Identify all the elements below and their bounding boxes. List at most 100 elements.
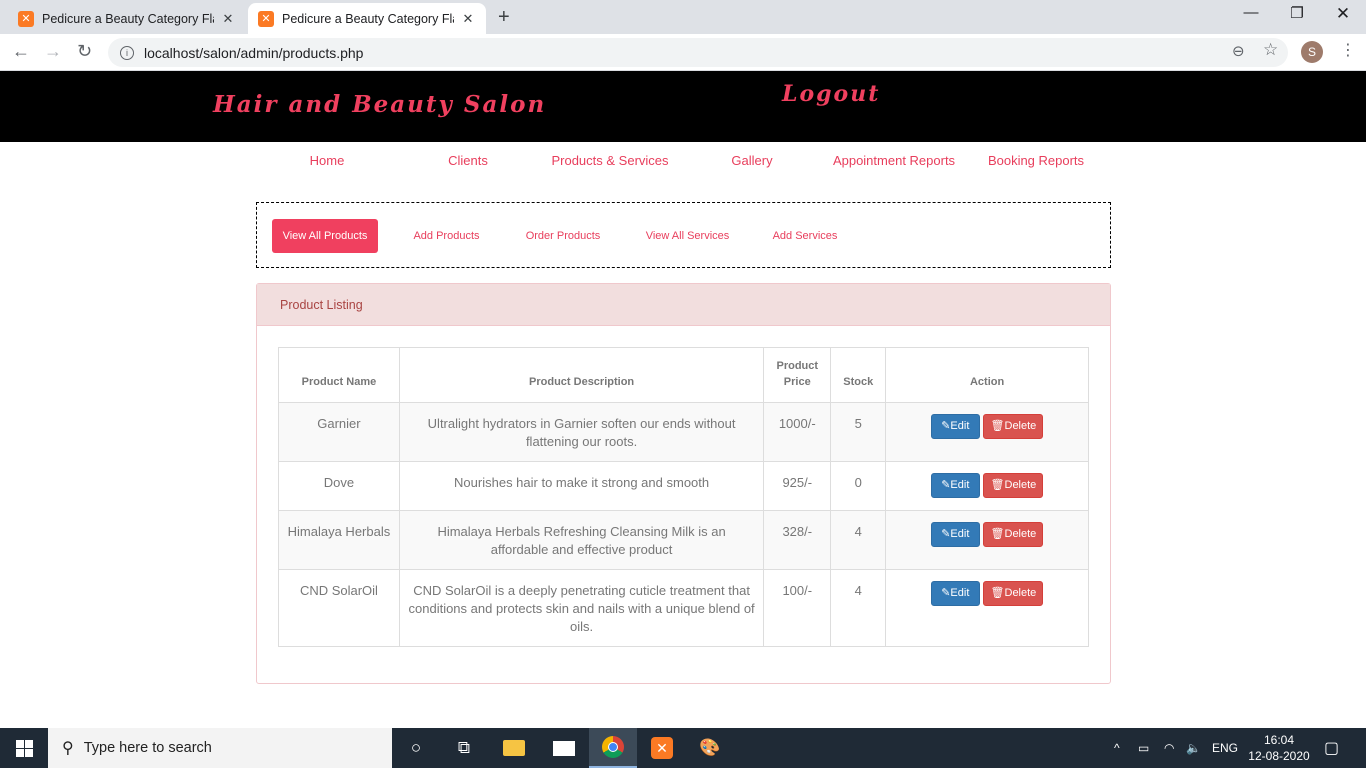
product-price: 328/- xyxy=(763,510,832,570)
edit-label: Edit xyxy=(950,420,970,432)
tab-title: Pedicure a Beauty Category Flat B xyxy=(282,11,454,26)
chrome-taskbar-icon[interactable] xyxy=(589,728,637,768)
table-row: CND SolarOil CND SolarOil is a deeply pe… xyxy=(278,569,1089,647)
action-cell: ✎Edit 🗑Delete xyxy=(885,461,1089,511)
profile-avatar[interactable]: S xyxy=(1301,41,1323,63)
trash-icon: 🗑 xyxy=(990,479,1005,491)
add-products-link[interactable]: Add Products xyxy=(397,219,496,253)
edit-label: Edit xyxy=(950,528,970,540)
reload-icon[interactable]: ↻ xyxy=(77,41,92,62)
product-name: CND SolarOil xyxy=(278,569,400,647)
address-bar[interactable]: i localhost/salon/admin/products.php xyxy=(108,38,1288,67)
column-header: Product Price xyxy=(763,347,832,403)
panel-heading: Product Listing xyxy=(257,284,1110,326)
delete-label: Delete xyxy=(1004,528,1037,540)
add-services-link[interactable]: Add Services xyxy=(757,219,853,253)
view-all-services-link[interactable]: View All Services xyxy=(635,219,740,253)
table-row: Garnier Ultralight hydrators in Garnier … xyxy=(278,402,1089,462)
nav-gallery[interactable]: Gallery xyxy=(681,153,823,168)
new-tab-icon[interactable]: + xyxy=(498,6,510,29)
clock-time: 16:04 xyxy=(1263,733,1295,747)
column-header: Stock xyxy=(830,347,887,403)
column-header: Action xyxy=(885,347,1089,403)
delete-button[interactable]: 🗑Delete xyxy=(983,522,1044,547)
edit-label: Edit xyxy=(950,587,970,599)
close-icon[interactable]: ✕ xyxy=(460,11,476,27)
product-description: Himalaya Herbals Refreshing Cleansing Mi… xyxy=(398,510,765,570)
url-text[interactable]: localhost/salon/admin/products.php xyxy=(144,45,363,61)
xampp-icon: ✕ xyxy=(651,737,673,759)
logout-link[interactable]: Logout xyxy=(782,81,880,107)
start-button[interactable] xyxy=(0,728,48,768)
edit-button[interactable]: ✎Edit xyxy=(930,473,980,498)
windows-logo-icon xyxy=(15,739,33,757)
file-explorer-icon[interactable] xyxy=(490,728,538,768)
envelope-icon xyxy=(553,740,575,756)
volume-icon[interactable]: 🔈 xyxy=(1186,728,1201,768)
cortana-icon[interactable]: ○ xyxy=(392,728,440,768)
window-close-icon[interactable]: ✕ xyxy=(1320,4,1366,24)
xampp-taskbar-icon[interactable]: ✕ xyxy=(638,728,686,768)
view-all-products-button[interactable]: View All Products xyxy=(272,219,378,253)
wifi-icon[interactable]: ◠ xyxy=(1164,728,1174,768)
product-listing-panel: Product Listing Product Name Product Des… xyxy=(256,283,1111,684)
language-indicator[interactable]: ENG xyxy=(1212,728,1238,768)
product-price: 100/- xyxy=(763,569,832,647)
product-name: Garnier xyxy=(278,402,400,462)
edit-button[interactable]: ✎Edit xyxy=(930,522,980,547)
product-name: Himalaya Herbals xyxy=(278,510,400,570)
edit-button[interactable]: ✎Edit xyxy=(930,581,980,606)
delete-button[interactable]: 🗑Delete xyxy=(983,473,1044,498)
delete-label: Delete xyxy=(1004,587,1037,599)
nav-booking-reports[interactable]: Booking Reports xyxy=(965,153,1107,168)
bookmark-star-icon[interactable]: ☆ xyxy=(1263,40,1278,60)
action-cell: ✎Edit 🗑Delete xyxy=(885,402,1089,462)
product-stock: 5 xyxy=(830,402,887,462)
product-description: CND SolarOil is a deeply penetrating cut… xyxy=(398,569,765,647)
table-header-row: Product Name Product Description Product… xyxy=(278,347,1089,403)
clock-date: 12-08-2020 xyxy=(1248,749,1310,763)
edit-button[interactable]: ✎Edit xyxy=(930,414,980,439)
task-view-icon[interactable]: ⧉ xyxy=(440,728,488,768)
nav-appointment-reports[interactable]: Appointment Reports xyxy=(823,153,965,168)
table-row: Dove Nourishes hair to make it strong an… xyxy=(278,461,1089,511)
browser-tab-2[interactable]: ✕ Pedicure a Beauty Category Flat B ✕ xyxy=(248,3,486,34)
nav-products-services[interactable]: Products & Services xyxy=(539,153,681,168)
column-header: Product Name xyxy=(278,347,400,403)
site-brand[interactable]: Hair and Beauty Salon xyxy=(213,91,546,118)
zoom-icon[interactable]: ⊖ xyxy=(1232,42,1245,60)
action-cell: ✎Edit 🗑Delete xyxy=(885,569,1089,647)
show-hidden-icons-icon[interactable]: ^ xyxy=(1114,728,1120,768)
delete-button[interactable]: 🗑Delete xyxy=(983,581,1044,606)
nav-clients[interactable]: Clients xyxy=(397,153,539,168)
close-icon[interactable]: ✕ xyxy=(220,11,236,27)
folder-icon xyxy=(503,740,525,756)
product-description: Ultralight hydrators in Garnier soften o… xyxy=(398,402,765,462)
forward-arrow-icon[interactable]: → xyxy=(44,41,62,62)
info-icon[interactable]: i xyxy=(120,45,134,60)
product-price: 1000/- xyxy=(763,402,832,462)
product-stock: 4 xyxy=(830,510,887,570)
notification-icon[interactable]: ▢ xyxy=(1324,728,1339,768)
system-clock[interactable]: 16:04 12-08-2020 xyxy=(1244,732,1314,764)
minimize-icon[interactable]: — xyxy=(1228,4,1274,21)
tab-title: Pedicure a Beauty Category Flat B xyxy=(42,11,214,26)
browser-tabstrip: ✕ Pedicure a Beauty Category Flat B ✕ ✕ … xyxy=(0,0,1366,34)
taskbar-search[interactable]: ⚲ Type here to search xyxy=(48,728,392,768)
product-name: Dove xyxy=(278,461,400,511)
back-arrow-icon[interactable]: ← xyxy=(12,41,30,62)
nav-home[interactable]: Home xyxy=(256,153,398,168)
mail-icon[interactable] xyxy=(540,728,588,768)
product-description: Nourishes hair to make it strong and smo… xyxy=(398,461,765,511)
edit-label: Edit xyxy=(950,479,970,491)
battery-icon[interactable]: ▭ xyxy=(1138,728,1149,768)
restore-icon[interactable]: ❐ xyxy=(1274,4,1320,22)
delete-button[interactable]: 🗑Delete xyxy=(983,414,1044,439)
product-stock: 4 xyxy=(830,569,887,647)
paint-taskbar-icon[interactable]: 🎨 xyxy=(686,728,734,768)
site-header: Hair and Beauty Salon Logout xyxy=(0,71,1366,142)
chrome-icon xyxy=(602,736,624,758)
browser-tab-1[interactable]: ✕ Pedicure a Beauty Category Flat B ✕ xyxy=(8,3,246,34)
order-products-link[interactable]: Order Products xyxy=(513,219,613,253)
browser-menu-icon[interactable]: ⋮ xyxy=(1340,40,1356,60)
